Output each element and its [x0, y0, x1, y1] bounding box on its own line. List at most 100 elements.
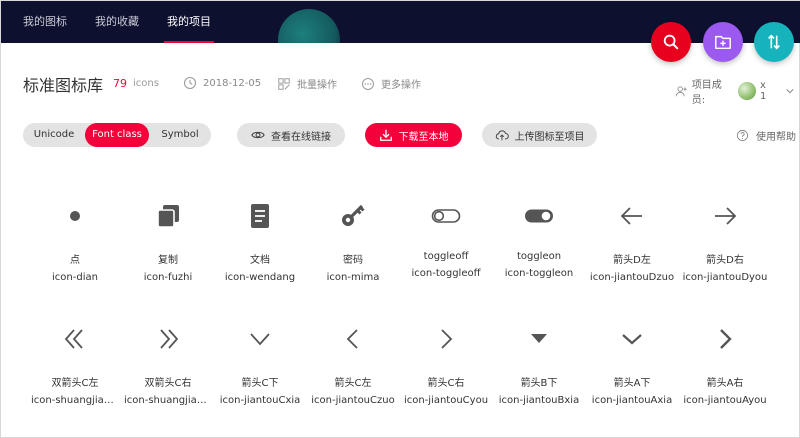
- batch-action-label: 批量操作: [297, 80, 337, 91]
- icon-card[interactable]: 双箭头C右 icon-shuangjiantouCyou: [122, 326, 214, 406]
- view-online-link-button[interactable]: 查看在线链接: [237, 123, 345, 147]
- icon-card-class: icon-shuangjiantouCzuo: [31, 395, 121, 406]
- icon-card-name: 箭头A右: [706, 378, 744, 389]
- search-icon: [663, 34, 679, 50]
- chevron-down-thin-icon: [622, 334, 642, 345]
- dot-icon: [70, 211, 80, 221]
- icon-card-name: 箭头C下: [241, 378, 279, 389]
- clock-icon: [183, 76, 197, 90]
- document-icon: [251, 204, 269, 228]
- grid-edit-icon: [278, 77, 290, 90]
- icon-card[interactable]: 点 icon-dian: [29, 203, 121, 283]
- icon-card-name: 箭头C右: [427, 378, 465, 389]
- seg-font-class[interactable]: Font class: [85, 123, 149, 147]
- folder-add-icon: [715, 35, 731, 50]
- icon-card-name: 箭头D左: [613, 255, 651, 266]
- cloud-upload-icon: [495, 130, 509, 141]
- eye-icon: [251, 131, 265, 139]
- toggle-on-icon: [525, 209, 553, 223]
- format-segmented-control: Unicode Font class Symbol: [23, 123, 211, 147]
- search-button[interactable]: [651, 22, 691, 62]
- avatar[interactable]: [738, 82, 757, 100]
- icon-card-name: 箭头A下: [613, 378, 651, 389]
- tab-my-favorites[interactable]: 我的收藏: [95, 1, 139, 43]
- icon-card-name: 箭头B下: [520, 378, 558, 389]
- icon-card-class: icon-jiantouDyou: [682, 272, 768, 283]
- help-label: 使用帮助: [756, 132, 796, 143]
- icon-card-class: icon-toggleon: [504, 268, 574, 279]
- icon-card[interactable]: toggleon icon-toggleon: [493, 203, 585, 279]
- key-icon: [342, 204, 365, 226]
- members-count: x 1: [760, 80, 767, 102]
- icon-card[interactable]: 密码 icon-mima: [307, 203, 399, 283]
- icon-card-name: toggleon: [516, 251, 562, 262]
- icon-card[interactable]: 箭头A右 icon-jiantouAyou: [679, 326, 771, 406]
- icon-card-class: icon-jiantouAxia: [591, 395, 673, 406]
- icon-card-class: icon-jiantouCxia: [219, 395, 301, 406]
- icon-card-name: 点: [70, 255, 80, 266]
- double-chevron-left-icon: [64, 329, 83, 349]
- project-members[interactable]: 项目成员: x 1: [675, 76, 799, 106]
- icon-card-name: 箭头C左: [334, 378, 372, 389]
- toggle-off-icon: [431, 209, 461, 223]
- icon-card-class: icon-jiantouAyou: [683, 395, 767, 406]
- icon-card[interactable]: 箭头A下 icon-jiantouAxia: [586, 326, 678, 406]
- add-to-project-button[interactable]: [703, 22, 743, 62]
- icon-card-class: icon-jiantouDzuo: [589, 272, 675, 283]
- icon-card[interactable]: 箭头D右 icon-jiantouDyou: [679, 203, 771, 283]
- icon-card-class: icon-shuangjiantouCyou: [124, 395, 214, 406]
- icon-card-class: icon-jiantouCzuo: [311, 395, 395, 406]
- icon-card[interactable]: toggleoff icon-toggleoff: [400, 203, 492, 279]
- icon-card[interactable]: 双箭头C左 icon-shuangjiantouCzuo: [29, 326, 121, 406]
- user-add-icon: [675, 85, 687, 96]
- page-title: 标准图标库: [23, 76, 104, 95]
- view-online-label: 查看在线链接: [271, 131, 331, 143]
- download-button[interactable]: 下载至本地: [365, 123, 462, 147]
- icon-card-class: icon-wendang: [224, 272, 296, 283]
- updated-date: 2018-12-05: [183, 76, 261, 90]
- batch-action[interactable]: 批量操作: [277, 76, 337, 91]
- members-label: 项目成员:: [691, 80, 722, 106]
- icon-card[interactable]: 箭头C左 icon-jiantouCzuo: [307, 326, 399, 406]
- chevron-right-icon: [441, 329, 453, 349]
- icon-card-name: 复制: [158, 255, 178, 266]
- icon-card[interactable]: 文档 icon-wendang: [214, 203, 306, 283]
- icon-card-name: 文档: [250, 255, 270, 266]
- icon-card[interactable]: 箭头B下 icon-jiantouBxia: [493, 326, 585, 406]
- arrow-right-icon: [715, 207, 737, 225]
- icon-card-class: icon-jiantouBxia: [498, 395, 580, 406]
- more-dots-icon: [362, 77, 374, 90]
- icon-card[interactable]: 复制 icon-fuzhi: [122, 203, 214, 283]
- icon-card[interactable]: 箭头C右 icon-jiantouCyou: [400, 326, 492, 406]
- more-action[interactable]: 更多操作: [361, 76, 421, 91]
- tab-my-icons[interactable]: 我的图标: [23, 1, 67, 43]
- icon-card-name: 双箭头C左: [51, 378, 99, 389]
- upload-to-project-button[interactable]: 上传图标至项目: [482, 123, 597, 147]
- chevron-left-icon: [346, 329, 358, 349]
- icon-card-name: toggleoff: [423, 251, 469, 262]
- icon-card-name: 双箭头C右: [144, 378, 192, 389]
- chevron-right-bold-icon: [720, 329, 732, 349]
- double-chevron-right-icon: [160, 329, 179, 349]
- chevron-down-icon: [250, 333, 270, 346]
- seg-symbol[interactable]: Symbol: [149, 123, 211, 147]
- decorative-glow: [278, 9, 340, 43]
- icon-card-name: 密码: [343, 255, 363, 266]
- question-circle-icon: [736, 129, 749, 142]
- tab-my-projects[interactable]: 我的项目: [164, 1, 214, 43]
- icon-card-class: icon-jiantouCyou: [403, 395, 489, 406]
- icon-card[interactable]: 箭头D左 icon-jiantouDzuo: [586, 203, 678, 283]
- icon-count-unit: icons: [133, 78, 159, 89]
- download-label: 下载至本地: [398, 131, 449, 143]
- icon-card-class: icon-dian: [52, 272, 98, 283]
- upload-label: 上传图标至项目: [514, 131, 585, 143]
- icon-card[interactable]: 箭头C下 icon-jiantouCxia: [214, 326, 306, 406]
- download-icon: [379, 129, 392, 141]
- chevron-down-icon[interactable]: [785, 86, 795, 96]
- seg-unicode[interactable]: Unicode: [23, 123, 85, 147]
- sort-arrows-icon: [768, 34, 780, 50]
- help-link[interactable]: 使用帮助: [736, 128, 796, 143]
- sort-button[interactable]: [754, 22, 794, 62]
- triangle-down-icon: [531, 334, 547, 343]
- icon-card-name: 箭头D右: [706, 255, 744, 266]
